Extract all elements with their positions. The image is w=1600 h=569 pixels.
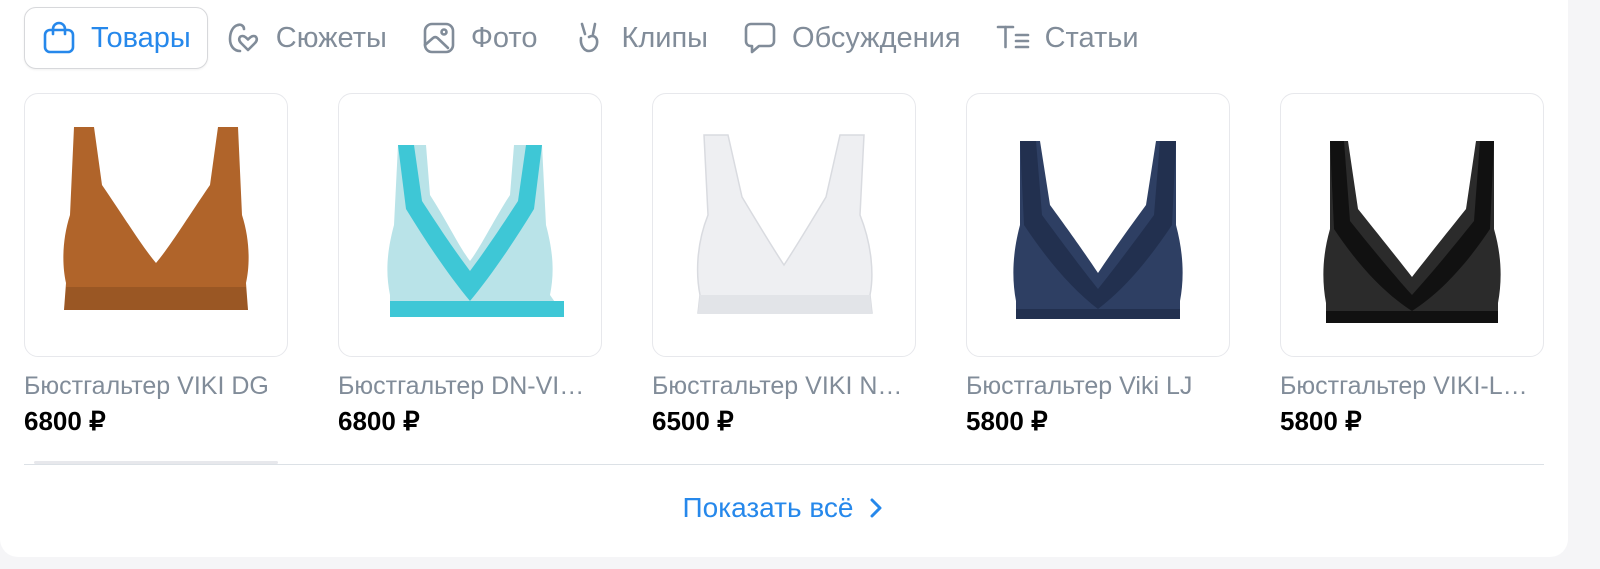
photo-icon	[423, 22, 455, 54]
tab-label: Товары	[91, 21, 191, 54]
product-title: Бюстгальтер DN-VI…	[338, 372, 585, 400]
tab-label: Статьи	[1044, 21, 1139, 54]
product-card[interactable]: Бюстгальтер Viki LJ 5800 ₽	[966, 93, 1230, 437]
tab-stories[interactable]: Сюжеты	[210, 7, 403, 69]
product-price: 5800 ₽	[1280, 406, 1362, 436]
tab-clips[interactable]: Клипы	[555, 7, 724, 69]
article-icon	[996, 25, 1029, 49]
product-card[interactable]: Бюстгальтер DN-VI… 6800 ₽	[338, 93, 602, 437]
product-price: 6800 ₽	[338, 406, 420, 436]
discussion-icon	[744, 22, 776, 54]
product-title: Бюстгальтер VIKI-L…	[1280, 372, 1528, 400]
tab-discussions[interactable]: Обсуждения	[726, 7, 977, 69]
shopping-bag-icon	[43, 21, 75, 54]
product-price: 5800 ₽	[966, 406, 1048, 436]
show-all-button[interactable]: Показать всё	[0, 492, 1568, 524]
product-image	[966, 93, 1230, 357]
product-image	[1280, 93, 1544, 357]
section-tabs: Товары Сюжеты Фото Клипы Обсуждения Стат…	[24, 7, 1157, 69]
clip-icon	[580, 22, 599, 53]
tab-label: Обсуждения	[792, 21, 961, 54]
products-card: Товары Сюжеты Фото Клипы Обсуждения Стат…	[0, 0, 1568, 557]
product-image	[338, 93, 602, 357]
product-card[interactable]: Бюстгальтер VIKI N… 6500 ₽	[652, 93, 916, 437]
tab-label: Фото	[470, 21, 538, 54]
product-image	[652, 93, 916, 357]
product-title: Бюстгальтер VIKI DG	[24, 372, 269, 400]
product-card[interactable]: Бюстгальтер VIKI DG 6800 ₽	[24, 93, 288, 437]
chevron-right-icon	[870, 498, 882, 518]
product-carousel: Бюстгальтер VIKI DG 6800 ₽ Бюстгальтер D…	[24, 93, 1544, 437]
product-title: Бюстгальтер VIKI N…	[652, 372, 903, 400]
tab-articles[interactable]: Статьи	[979, 7, 1155, 69]
tab-label: Сюжеты	[275, 21, 387, 54]
product-price: 6500 ₽	[652, 406, 734, 436]
tab-goods[interactable]: Товары	[24, 7, 208, 69]
divider	[24, 464, 1544, 465]
product-price: 6800 ₽	[24, 406, 106, 436]
product-image	[24, 93, 288, 357]
show-all-label: Показать всё	[682, 492, 854, 523]
story-heart-icon	[228, 23, 258, 53]
product-card[interactable]: Бюстгальтер VIKI-L… 5800 ₽	[1280, 93, 1544, 437]
tab-photos[interactable]: Фото	[405, 7, 554, 69]
tab-label: Клипы	[621, 21, 709, 54]
product-title: Бюстгальтер Viki LJ	[966, 372, 1193, 400]
